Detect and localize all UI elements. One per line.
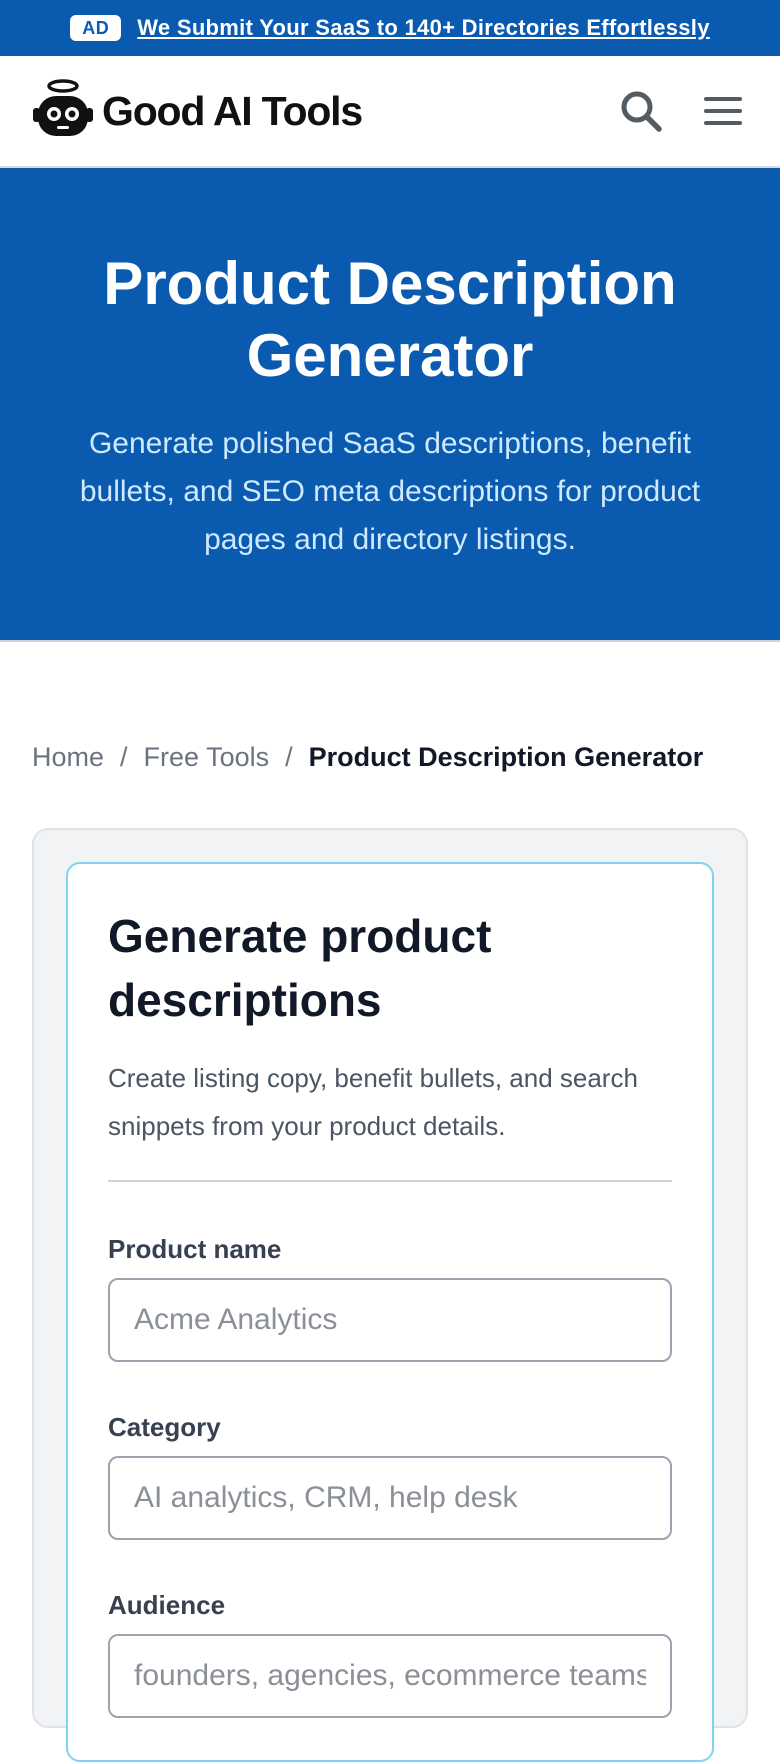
brand-logo[interactable]: Good AI Tools (32, 78, 363, 145)
hamburger-menu-icon[interactable] (704, 95, 742, 127)
audience-field: Audience (108, 1590, 672, 1718)
ad-badge: AD (70, 15, 122, 41)
category-input[interactable] (108, 1456, 672, 1540)
breadcrumb: Home / Free Tools / Product Description … (32, 742, 703, 773)
page-subtitle: Generate polished SaaS descriptions, ben… (79, 427, 701, 556)
category-label: Category (108, 1412, 221, 1442)
audience-label: Audience (108, 1590, 226, 1620)
form-description: Create listing copy, benefit bullets, an… (108, 1063, 638, 1141)
category-field: Category (108, 1412, 672, 1540)
form-title: Generate product descriptions (108, 910, 492, 1026)
generator-form-card: Generate product descriptions Create lis… (66, 862, 714, 1762)
product-name-label: Product name (108, 1234, 282, 1264)
divider (108, 1180, 672, 1182)
ad-banner: AD We Submit Your SaaS to 140+ Directori… (0, 0, 780, 56)
breadcrumb-separator: / (120, 742, 128, 772)
breadcrumb-separator: / (285, 742, 293, 772)
tool-panel: Generate product descriptions Create lis… (32, 828, 748, 1762)
product-name-field: Product name (108, 1234, 672, 1362)
product-name-input[interactable] (108, 1278, 672, 1362)
header-actions (620, 90, 748, 132)
breadcrumb-home[interactable]: Home (32, 742, 104, 773)
breadcrumb-current: Product Description Generator (308, 742, 704, 772)
hero-section: Product Description Generator Generate p… (0, 168, 780, 642)
site-header: Good AI Tools (0, 56, 780, 168)
search-icon[interactable] (620, 90, 662, 132)
brand-name: Good AI Tools (102, 87, 363, 134)
robot-halo-icon (32, 78, 94, 145)
audience-input[interactable] (108, 1634, 672, 1718)
page-title: Product Description Generator (103, 250, 677, 389)
breadcrumb-free-tools[interactable]: Free Tools (144, 742, 270, 773)
ad-link[interactable]: We Submit Your SaaS to 140+ Directories … (137, 15, 710, 41)
